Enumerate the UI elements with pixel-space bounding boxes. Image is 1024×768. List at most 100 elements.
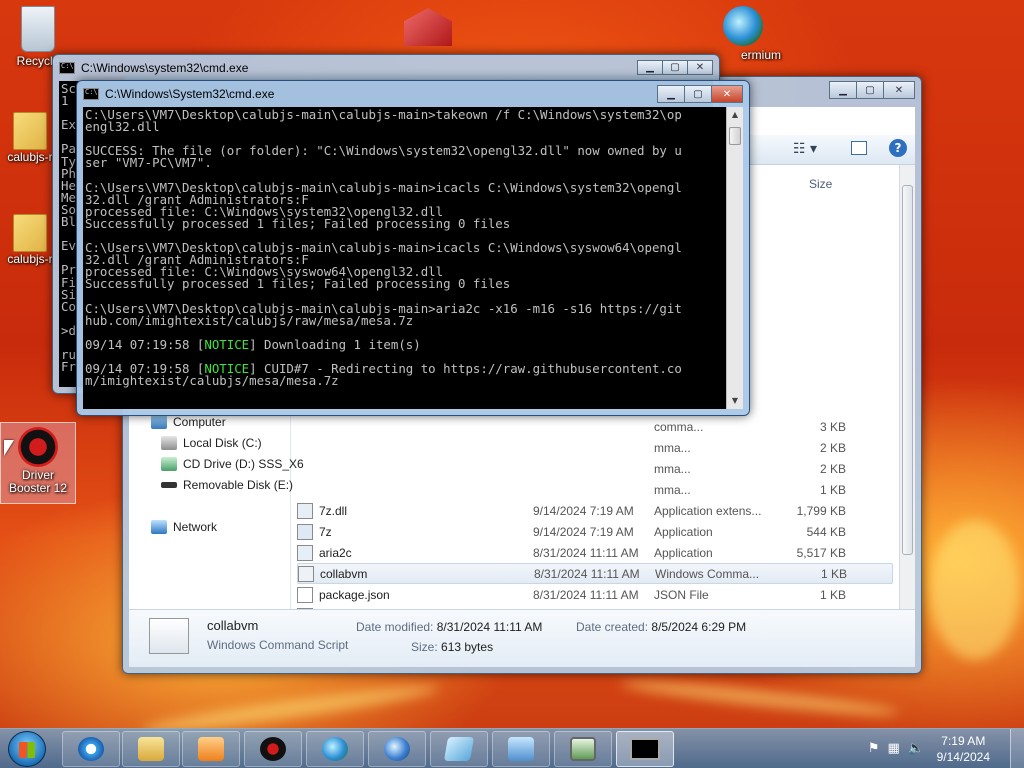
scroll-down-icon[interactable]: ▼ [727, 393, 743, 409]
file-size: 1 KB [820, 566, 847, 581]
scroll-up-icon[interactable]: ▲ [727, 107, 743, 123]
taskbar-control-panel[interactable] [492, 731, 550, 767]
details-file-name: collabvm [207, 618, 259, 633]
taskbar-display[interactable] [554, 731, 612, 767]
back-cmd-titlebar[interactable]: C:\Windows\system32\cmd.exe [53, 55, 719, 81]
file-date: 8/31/2024 11:11 AM [534, 566, 640, 581]
cd-drive-icon [161, 457, 177, 471]
nav-item-cd-drive[interactable]: CD Drive (D:) SSS_X6 [161, 457, 304, 471]
scrollbar-thumb[interactable] [902, 185, 913, 555]
wallpaper-streak [619, 675, 901, 721]
console-line: Co [61, 298, 76, 314]
maximize-button[interactable]: ▢ [662, 60, 688, 75]
taskbar-media-player[interactable] [182, 731, 240, 767]
nav-item-computer[interactable]: Computer [151, 415, 226, 429]
nav-item-network[interactable]: Network [151, 520, 217, 534]
taskbar-browser[interactable] [368, 731, 426, 767]
file-date: 8/31/2024 11:11 AM [533, 545, 639, 560]
browser-icon [322, 737, 348, 761]
desktop-icon-driver-booster[interactable]: Driver Booster 12 [0, 422, 76, 504]
file-icon [297, 523, 313, 540]
console-line: Successfully processed 1 files; Failed p… [85, 276, 511, 292]
close-button[interactable]: ✕ [711, 85, 743, 103]
close-button[interactable]: ✕ [883, 81, 915, 99]
list-item[interactable]: comma... 3 KB [297, 416, 893, 437]
preview-pane-icon[interactable] [851, 141, 867, 155]
network-tray-icon[interactable]: ▦ [888, 741, 900, 756]
table-row[interactable]: collabvm 8/31/2024 11:11 AM Windows Comma.… [297, 563, 893, 584]
cmd-window[interactable]: C:\Windows\System32\cmd.exe ▁ ▢ ✕ C:\Use… [76, 80, 750, 416]
nav-item-label: Network [173, 520, 218, 534]
desktop-icon-label: Driver Booster 12 [8, 468, 68, 495]
taskbar-browser[interactable] [306, 731, 364, 767]
console-text: C:\Users\VM7\Desktop\calubjs-main\calubj… [83, 107, 743, 387]
taskbar-explorer[interactable] [122, 731, 180, 767]
flag-icon[interactable]: ⚑ [868, 741, 880, 756]
folder-icon [13, 214, 47, 252]
details-pane: collabvm Windows Command Script Date mod… [129, 609, 915, 667]
cmd-titlebar[interactable]: C:\Windows\System32\cmd.exe [77, 81, 749, 107]
back-cmd-window-controls: ▁ ▢ ✕ [637, 60, 713, 75]
details-date-modified: Date modified: 8/31/2024 11:11 AM [356, 620, 543, 634]
mouse-cursor-icon [4, 440, 14, 456]
computer-icon [151, 415, 167, 429]
list-item[interactable]: mma... 1 KB [297, 479, 893, 500]
console-scrollbar[interactable]: ▲ ▼ [726, 107, 743, 409]
cmd-window-controls: ▁ ▢ ✕ [657, 85, 743, 103]
taskbar-cmd[interactable] [616, 731, 674, 767]
clock[interactable]: 7:19 AM 9/14/2024 [937, 733, 990, 765]
nav-item-removable-disk[interactable]: Removable Disk (E:) [161, 478, 293, 492]
volume-icon[interactable]: 🔈 [908, 741, 924, 756]
file-size: 544 KB [806, 524, 846, 539]
maximize-button[interactable]: ▢ [684, 85, 712, 103]
minimize-button[interactable]: ▁ [829, 81, 857, 99]
script-file-icon [149, 618, 189, 654]
minimize-button[interactable]: ▁ [657, 85, 685, 103]
minimize-button[interactable]: ▁ [637, 60, 663, 75]
list-item[interactable]: mma... 2 KB [297, 437, 893, 458]
window-title: C:\Windows\System32\cmd.exe [105, 87, 275, 101]
console-output[interactable]: C:\Users\VM7\Desktop\calubjs-main\calubj… [83, 107, 743, 409]
taskbar-driver-booster[interactable] [244, 731, 302, 767]
start-button[interactable] [8, 731, 46, 767]
console-line: 1 [61, 93, 69, 109]
removable-disk-icon [161, 482, 177, 488]
view-options-icon[interactable]: ☷ ▾ [793, 141, 817, 157]
explorer-window-controls: ▁ ▢ ✕ [829, 81, 915, 99]
console-line: engl32.dll [85, 119, 160, 135]
console-line: >d [61, 322, 76, 338]
console-line: Ev [61, 238, 76, 254]
file-list-scrollbar[interactable] [899, 165, 915, 609]
clock-time: 7:19 AM [941, 734, 986, 748]
help-icon[interactable]: ? [889, 139, 907, 157]
app-icon [404, 8, 452, 46]
network-icon [151, 520, 167, 534]
scrollbar-thumb[interactable] [729, 127, 741, 145]
app-icon [443, 737, 475, 761]
internet-explorer-icon [78, 737, 104, 761]
list-item[interactable]: mma... 2 KB [297, 458, 893, 479]
driver-booster-icon [260, 737, 286, 761]
desktop-icon-app-red[interactable] [390, 8, 466, 48]
table-row[interactable]: package.json 8/31/2024 11:11 AM JSON File 1… [297, 584, 893, 605]
file-type: Application [654, 545, 713, 560]
console-line: Bl [61, 214, 76, 230]
table-row[interactable]: aria2c 8/31/2024 11:11 AM Application 5,517… [297, 542, 893, 563]
taskbar-ie[interactable] [62, 731, 120, 767]
file-type: Windows Comma... [655, 566, 760, 581]
console-line: Fr [61, 359, 76, 375]
maximize-button[interactable]: ▢ [856, 81, 884, 99]
wallpaper-streak [930, 520, 1020, 660]
file-icon [297, 586, 313, 603]
table-row[interactable]: 7z.dll 9/14/2024 7:19 AM Application exten… [297, 500, 893, 521]
browser-icon [723, 6, 763, 46]
console-line: C:\Users\VM7\Desktop\calubjs-main\calubj… [85, 107, 682, 122]
table-row[interactable]: 7z 9/14/2024 7:19 AM Application 544 KB [297, 521, 893, 542]
command-prompt-icon [630, 738, 660, 760]
close-button[interactable]: ✕ [687, 60, 713, 75]
nav-item-local-disk[interactable]: Local Disk (C:) [161, 436, 262, 450]
show-desktop-button[interactable] [1010, 729, 1024, 768]
taskbar-app[interactable] [430, 731, 488, 767]
file-name: 7z.dll [319, 503, 348, 518]
clock-date: 9/14/2024 [936, 750, 990, 764]
